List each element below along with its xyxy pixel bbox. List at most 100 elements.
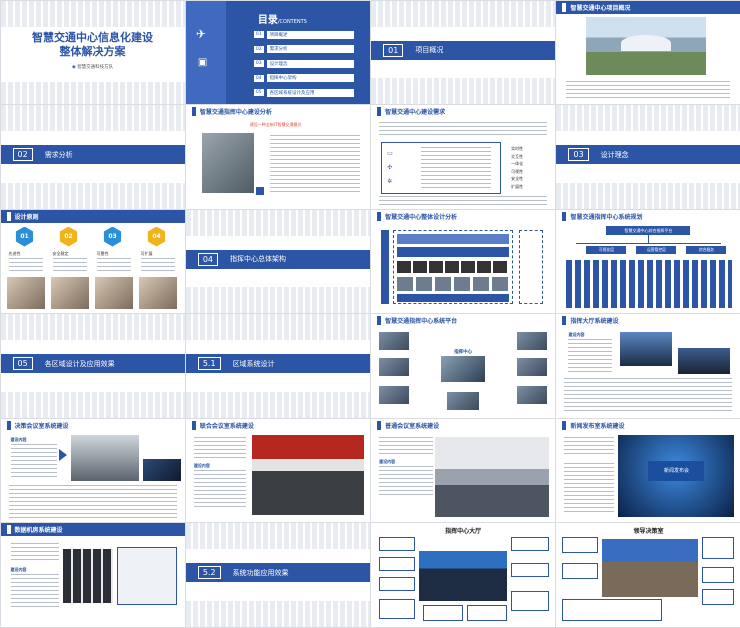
principle-name: 可靠性 xyxy=(96,250,109,256)
slide-title: 指挥大厅系统建设 xyxy=(570,318,619,325)
monitor-icon: ▭ xyxy=(387,150,393,157)
checker-decoration xyxy=(0,0,185,27)
slide-title: 智慧交通指挥中心系统规划 xyxy=(570,213,643,221)
section-number: 02 xyxy=(12,148,33,161)
section-number: 5.1 xyxy=(197,357,221,370)
checker-decoration xyxy=(185,600,370,627)
slide-decision-room[interactable]: 决策会议室系统建设 建设内容 xyxy=(0,418,185,522)
principle-name: 安全稳定 xyxy=(52,250,69,256)
planning-root: 智慧交通中心综合指挥平台 xyxy=(606,225,691,235)
principle-name: 可扩展 xyxy=(140,250,153,256)
slide-leader-room[interactable]: 领导决策室 xyxy=(556,523,740,627)
principle-card: 01 先进性 xyxy=(5,226,47,311)
slide-title: 智慧交通指挥中心系统平台 xyxy=(385,318,458,325)
slide-joint-room[interactable]: 联合会议室系统建设 建设内容 xyxy=(185,418,370,522)
principle-number-hex: 02 xyxy=(59,226,78,247)
slide-system-planning[interactable]: 智慧交通指挥中心系统规划 智慧交通中心综合指挥平台 可视化层 运营管控层 综合服务 xyxy=(556,209,740,313)
slide-section-03[interactable]: 03 设计理念 xyxy=(556,105,740,209)
command-center-photo: 指挥中心 xyxy=(441,350,486,382)
slide-subtitle: 建设一种全新IT智慧交通模式 xyxy=(249,122,302,127)
slide-hall[interactable]: 指挥大厅系统建设 建设内容 xyxy=(556,314,740,418)
section-label: 各区域设计及应用效果 xyxy=(44,359,115,368)
slide-overall-design[interactable]: 智慧交通中心整体设计分析 xyxy=(371,209,556,313)
principle-photo xyxy=(50,276,89,309)
toc-title: 目录 xyxy=(257,14,278,26)
needs-side-item: 一体化 xyxy=(511,161,524,166)
building-render-image xyxy=(586,16,707,75)
principle-photo xyxy=(6,276,45,309)
slide-section-01[interactable]: 01 项目概况 xyxy=(371,0,556,104)
hall-effect-photo xyxy=(419,551,508,601)
section-label: 指挥中心总体架构 xyxy=(230,255,287,263)
toc-item-number: 01 xyxy=(253,31,264,38)
principle-number-hex: 04 xyxy=(147,226,166,247)
slide-datacenter[interactable]: 数据机房系统建设 建设内容 xyxy=(0,523,185,627)
section-label: 系统功能应用效果 xyxy=(232,568,289,577)
section-label: 区域系统设计 xyxy=(232,359,275,368)
hall-photo xyxy=(620,332,673,366)
checker-decoration xyxy=(185,287,370,313)
slide-design-principles[interactable]: 设计原则 01 先进性 02 安全稳定 03 可靠性 04 可扩展 xyxy=(0,209,185,313)
principle-card: 03 可靠性 xyxy=(93,226,135,311)
slide-section-5-1[interactable]: 5.1 区域系统设计 xyxy=(185,314,370,418)
principle-card: 02 安全稳定 xyxy=(49,226,91,311)
slide-hall-effect[interactable]: 指挥中心大厅 xyxy=(371,523,556,627)
slide-platform[interactable]: 智慧交通指挥中心系统平台 指挥中心 xyxy=(371,314,556,418)
slide-cover[interactable]: 智慧交通中心信息化建设 整体解决方案 ◉ 智慧交通科技方队 xyxy=(0,0,185,104)
section-label: 需求分析 xyxy=(44,150,73,159)
section-number: 05 xyxy=(12,357,33,370)
decision-room-photo xyxy=(70,434,139,481)
slide-command-needs[interactable]: 智慧交通中心建设需求 ▭ ✣ ✲ 实时性 交互性 一体化 可视性 安全性 扩展性 xyxy=(371,105,556,209)
slide-title: 普通会议室系统建设 xyxy=(385,422,440,430)
needs-footer-text xyxy=(379,196,548,206)
press-room-photo: 新闻发布会 xyxy=(618,434,735,517)
checker-decoration xyxy=(0,314,185,340)
hall-photo-2 xyxy=(678,348,731,374)
toc-item[interactable]: 03 设计理念 xyxy=(253,58,354,70)
checker-decoration xyxy=(371,78,556,104)
slide-section-04[interactable]: 04 指挥中心总体架构 xyxy=(185,209,370,313)
toc-item-number: 04 xyxy=(253,74,264,82)
content-label: 建设内容 xyxy=(10,567,27,572)
slide-title: 数据机房系统建设 xyxy=(14,527,63,534)
slide-press-room[interactable]: 新闻发布室系统建设 新闻发布会 xyxy=(556,418,740,522)
bus-icon: ▣ xyxy=(197,56,208,68)
slide-toc[interactable]: ✈ ▣ 目录/CONTENTS 01 项目概述 02 需求分析 03 设计理念 04 指挥中心… xyxy=(185,0,370,104)
gear-icon: ✲ xyxy=(387,178,393,185)
toc-item-number: 02 xyxy=(253,45,264,53)
arrow-icon xyxy=(58,448,67,461)
toc-item-label: 需求分析 xyxy=(266,45,354,53)
joint-room-photo xyxy=(251,434,364,515)
slide-project-overview[interactable]: 智慧交通中心项目概况 xyxy=(556,0,740,104)
toc-item[interactable]: 04 指挥中心架构 xyxy=(253,72,354,84)
section-label: 设计理念 xyxy=(600,150,629,159)
principle-name: 先进性 xyxy=(8,250,21,256)
toc-item[interactable]: 01 项目概述 xyxy=(253,29,354,41)
airplane-icon: ✈ xyxy=(195,26,206,41)
planning-branch: 综合服务 xyxy=(686,245,727,254)
toc-item-label: 项目概述 xyxy=(266,30,354,39)
slide-general-room[interactable]: 普通会议室系统建设 建设内容 xyxy=(371,418,556,522)
needs-text xyxy=(379,122,548,138)
intersection-photo xyxy=(201,133,254,193)
checker-decoration xyxy=(0,105,185,131)
checker-decoration xyxy=(185,314,370,340)
toc-item-number: 03 xyxy=(253,60,264,67)
slide-section-05[interactable]: 05 各区域设计及应用效果 xyxy=(0,314,185,418)
slide-title: 决策会议室系统建设 xyxy=(14,422,69,430)
slide-title: 智慧交通中心整体设计分析 xyxy=(385,213,458,221)
content-label: 建设内容 xyxy=(10,436,27,442)
slide-section-5-2[interactable]: 5.2 系统功能应用效果 xyxy=(185,523,370,627)
section-number: 01 xyxy=(383,43,404,57)
room-layout-image xyxy=(116,547,177,605)
section-number: 04 xyxy=(197,252,219,266)
slide-section-02[interactable]: 02 需求分析 xyxy=(0,105,185,209)
toc-item[interactable]: 02 需求分析 xyxy=(253,43,354,55)
toc-item-label: 指挥中心架构 xyxy=(266,74,354,82)
slide-title: 指挥中心大厅 xyxy=(445,528,482,535)
checker-decoration xyxy=(556,105,740,131)
slide-command-analysis[interactable]: 智慧交通指挥中心建设分析 建设一种全新IT智慧交通模式 xyxy=(185,105,370,209)
needs-side-item: 安全性 xyxy=(511,176,524,181)
toc-item-label: 各区域系统设计及应用 xyxy=(266,88,354,97)
toc-item[interactable]: 05 各区域系统设计及应用 xyxy=(253,87,354,99)
